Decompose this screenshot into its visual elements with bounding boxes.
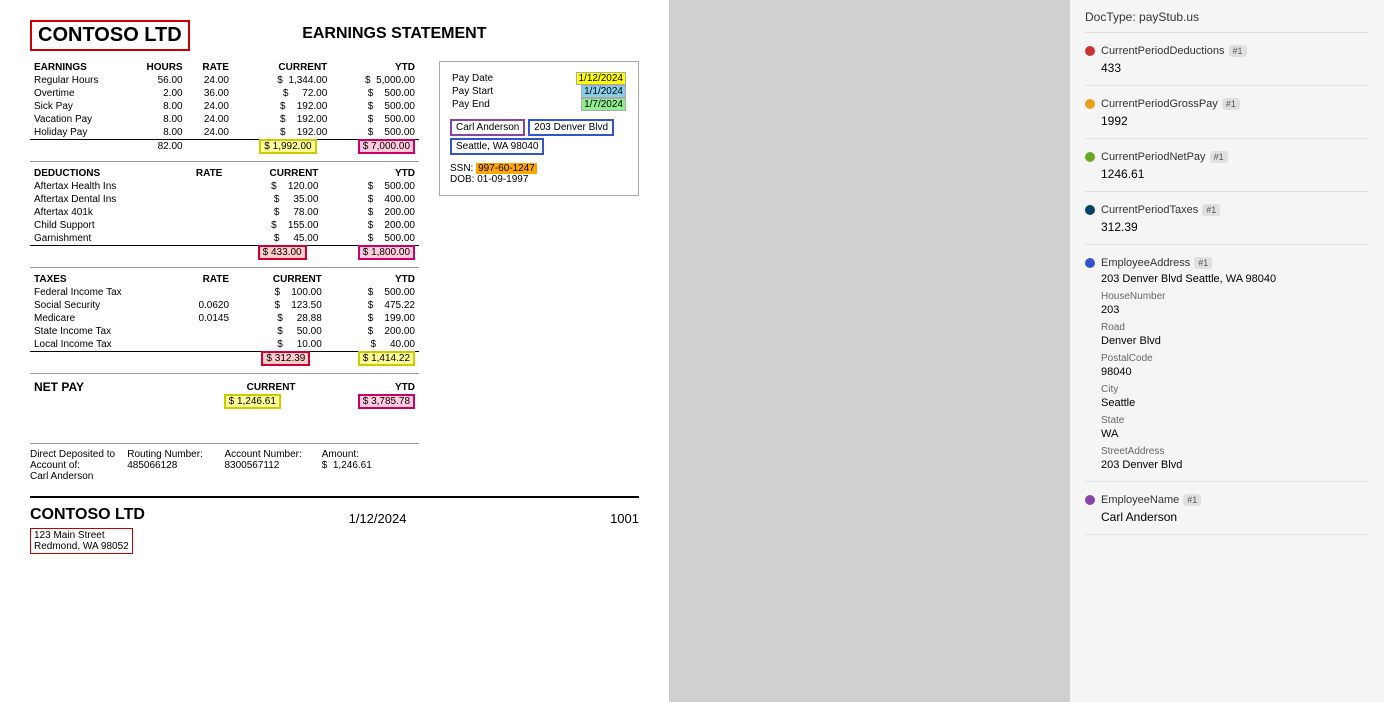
sub-prop-state: State WA xyxy=(1101,415,1369,440)
table-row: Aftertax 401k$ 78.00$ 200.00 xyxy=(30,206,419,219)
routing-value: 485066128 xyxy=(127,460,224,471)
table-row: State Income Tax$ 50.00$ 200.00 xyxy=(30,325,419,338)
current-col-header: CURRENT xyxy=(233,61,331,74)
doc-type-value: payStub.us xyxy=(1139,10,1199,24)
doc-type-label: DocType: xyxy=(1085,10,1139,24)
account-label: Account Number: xyxy=(225,449,322,460)
document-viewer: CONTOSO LTD EARNINGS STATEMENT EARNINGS … xyxy=(0,0,670,702)
prop-name-netpay: CurrentPeriodNetPay xyxy=(1101,151,1206,163)
pay-start-value: 1/1/2024 xyxy=(581,85,626,98)
prop-name-empname: EmployeeName xyxy=(1101,494,1179,506)
ssn-line: SSN: 997-60-1247 xyxy=(450,163,628,174)
table-row: Social Security0.0620$ 123.50$ 475.22 xyxy=(30,299,419,312)
prop-value-netpay: 1246.61 xyxy=(1101,167,1369,181)
prop-name-deductions: CurrentPeriodDeductions xyxy=(1101,45,1225,57)
prop-name-address: EmployeeAddress xyxy=(1101,257,1190,269)
taxes-table: TAXES RATE CURRENT YTD Federal Income Ta… xyxy=(30,273,419,365)
prop-badge-empname: #1 xyxy=(1183,494,1201,506)
net-pay-row: $ 1,246.61 $ 3,785.78 xyxy=(30,395,419,408)
pay-end-value: 1/7/2024 xyxy=(581,98,626,111)
earnings-total-row: 82.00 $ 1,992.00 $ 7,000.00 xyxy=(30,140,419,154)
properties-panel: DocType: payStub.us CurrentPeriodDeducti… xyxy=(1070,0,1384,702)
employee-address2-box: Seattle, WA 98040 xyxy=(450,138,544,155)
table-row: Medicare0.0145$ 28.88$ 199.00 xyxy=(30,312,419,325)
ytd-col-header: YTD xyxy=(331,61,419,74)
doc-type-row: DocType: payStub.us xyxy=(1085,10,1369,33)
table-row: Garnishment$ 45.00$ 500.00 xyxy=(30,232,419,246)
sub-prop-road: Road Denver Blvd xyxy=(1101,322,1369,347)
prop-name-grosspay: CurrentPeriodGrossPay xyxy=(1101,98,1218,110)
sub-prop-house-number: HouseNumber 203 xyxy=(1101,291,1369,316)
pay-stub-box: Pay Date 1/12/2024 Pay Start 1/1/2024 Pa… xyxy=(439,61,639,196)
amount-label: Amount: xyxy=(322,449,419,460)
prop-dot-deductions xyxy=(1085,46,1095,56)
sub-prop-city: City Seattle xyxy=(1101,384,1369,409)
table-row: Vacation Pay8.0024.00$ 192.00$ 500.00 xyxy=(30,113,419,126)
table-row: Sick Pay8.0024.00$ 192.00$ 500.00 xyxy=(30,100,419,113)
prop-value-empname: Carl Anderson xyxy=(1101,510,1369,524)
table-row: Local Income Tax$ 10.00$ 40.00 xyxy=(30,338,419,352)
prop-value-deductions: 433 xyxy=(1101,61,1369,75)
earnings-table: EARNINGS HOURS RATE CURRENT YTD Regular … xyxy=(30,61,419,153)
earnings-title: EARNINGS STATEMENT xyxy=(190,20,599,43)
table-row: Federal Income Tax$ 100.00$ 500.00 xyxy=(30,286,419,299)
bottom-company-name: CONTOSO LTD xyxy=(30,506,145,524)
earnings-col-header: EARNINGS xyxy=(30,61,127,74)
pay-date-value: 1/12/2024 xyxy=(576,72,627,85)
prop-badge-taxes: #1 xyxy=(1202,204,1220,216)
prop-current-period-deductions: CurrentPeriodDeductions #1 433 xyxy=(1085,45,1369,86)
sub-prop-postal-code: PostalCode 98040 xyxy=(1101,353,1369,378)
rate-col-header: RATE xyxy=(187,61,233,74)
amount-value: $ 1,246.61 xyxy=(322,460,419,471)
routing-label: Routing Number: xyxy=(127,449,224,460)
prop-dot-netpay xyxy=(1085,152,1095,162)
table-row: Aftertax Health Ins$ 120.00$ 500.00 xyxy=(30,180,419,193)
dob-line: DOB: 01-09-1997 xyxy=(450,174,628,185)
deductions-total-row: $ 433.00 $ 1,800.00 xyxy=(30,246,419,260)
prop-badge-address: #1 xyxy=(1194,257,1212,269)
dd-label: Direct Deposited to Account of: xyxy=(30,449,127,471)
deductions-table: DEDUCTIONS RATE CURRENT YTD Aftertax Hea… xyxy=(30,167,419,259)
prop-current-period-taxes: CurrentPeriodTaxes #1 312.39 xyxy=(1085,204,1369,245)
prop-current-period-net-pay: CurrentPeriodNetPay #1 1246.61 xyxy=(1085,151,1369,192)
direct-deposit-section: Direct Deposited to Account of: Carl And… xyxy=(30,443,419,482)
prop-badge-grosspay: #1 xyxy=(1222,98,1240,110)
dd-name: Carl Anderson xyxy=(30,471,127,482)
table-row: Aftertax Dental Ins$ 35.00$ 400.00 xyxy=(30,193,419,206)
bottom-company-address: 123 Main StreetRedmond, WA 98052 xyxy=(30,528,133,554)
account-value: 8300567112 xyxy=(225,460,322,471)
prop-badge-netpay: #1 xyxy=(1210,151,1228,163)
employee-address1-box: 203 Denver Blvd xyxy=(528,119,614,136)
bottom-number: 1001 xyxy=(610,511,639,526)
prop-address-full: 203 Denver Blvd Seattle, WA 98040 xyxy=(1101,273,1369,285)
prop-current-period-gross-pay: CurrentPeriodGrossPay #1 1992 xyxy=(1085,98,1369,139)
prop-dot-address xyxy=(1085,258,1095,268)
company-name: CONTOSO LTD xyxy=(30,20,190,51)
employee-name-box: Carl Anderson xyxy=(450,119,525,136)
prop-value-grosspay: 1992 xyxy=(1101,114,1369,128)
taxes-total-row: $ 312.39 $ 1,414.22 xyxy=(30,352,419,366)
net-pay-table: NET PAY CURRENT YTD $ 1,246.61 $ 3,785.7… xyxy=(30,379,419,408)
prop-employee-name: EmployeeName #1 Carl Anderson xyxy=(1085,494,1369,535)
table-row: Holiday Pay8.0024.00$ 192.00$ 500.00 xyxy=(30,126,419,140)
prop-employee-address: EmployeeAddress #1 203 Denver Blvd Seatt… xyxy=(1085,257,1369,482)
prop-dot-grosspay xyxy=(1085,99,1095,109)
sub-prop-street-address: StreetAddress 203 Denver Blvd xyxy=(1101,446,1369,471)
table-row: Overtime2.0036.00$ 72.00$ 500.00 xyxy=(30,87,419,100)
prop-badge-deductions: #1 xyxy=(1229,45,1247,57)
bottom-company-section: CONTOSO LTD 123 Main StreetRedmond, WA 9… xyxy=(30,496,639,554)
prop-dot-taxes xyxy=(1085,205,1095,215)
prop-name-taxes: CurrentPeriodTaxes xyxy=(1101,204,1198,216)
prop-value-taxes: 312.39 xyxy=(1101,220,1369,234)
bottom-date: 1/12/2024 xyxy=(349,511,407,526)
middle-area xyxy=(670,0,1070,702)
prop-dot-empname xyxy=(1085,495,1095,505)
table-row: Regular Hours56.0024.00$ 1,344.00$ 5,000… xyxy=(30,74,419,87)
table-row: Child Support$ 155.00$ 200.00 xyxy=(30,219,419,232)
hours-col-header: HOURS xyxy=(127,61,186,74)
